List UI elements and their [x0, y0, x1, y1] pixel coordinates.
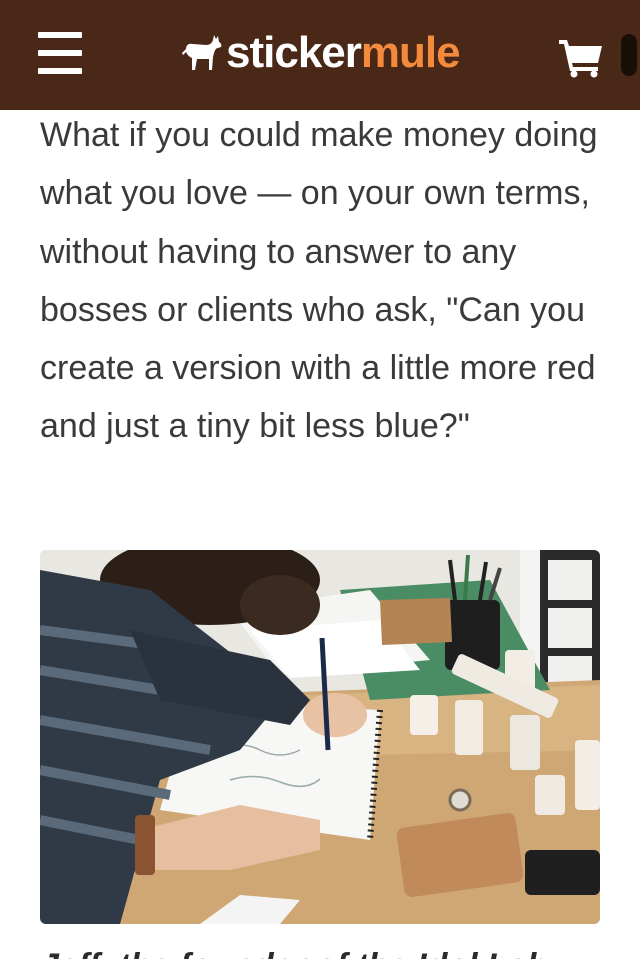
scroll-handle[interactable]: [621, 34, 637, 76]
sketching-person-photo: [40, 550, 600, 924]
article-body: What if you could make money doing what …: [40, 110, 600, 456]
photo-caption-text: Jeff, the founder of the Idol Lab: [40, 946, 600, 959]
sticker-mule-logo[interactable]: sticker mule: [180, 28, 461, 78]
shopping-cart-icon[interactable]: [557, 36, 605, 78]
hamburger-menu-icon[interactable]: [38, 32, 82, 74]
site-header: sticker mule: [0, 0, 640, 110]
logo-word-sticker: sticker: [226, 28, 362, 77]
article-intro-paragraph: What if you could make money doing what …: [40, 116, 598, 446]
photo-caption: Jeff, the founder of the Idol Lab: [40, 940, 600, 959]
logo-word-mule: mule: [360, 28, 461, 77]
article-photo: [40, 550, 600, 924]
mule-icon: [182, 35, 222, 70]
